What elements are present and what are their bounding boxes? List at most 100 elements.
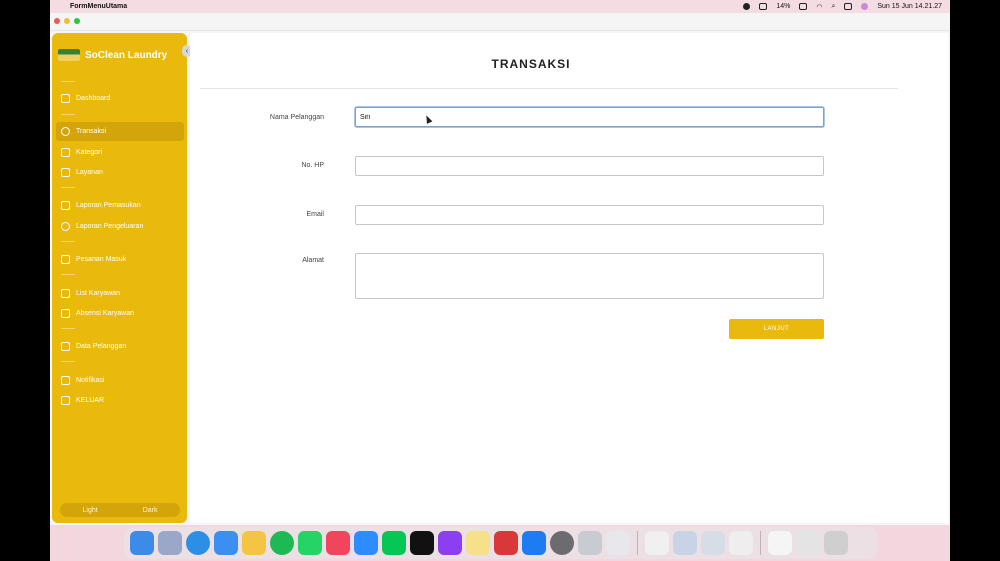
photos-icon[interactable] (242, 531, 266, 555)
preview-icon[interactable] (578, 531, 602, 555)
page-title: TRANSAKSI (491, 57, 571, 71)
picsart-icon[interactable] (438, 531, 462, 555)
no-hp-input[interactable] (355, 156, 824, 176)
minimize-window-button[interactable] (64, 18, 70, 24)
maximize-window-button[interactable] (74, 18, 80, 24)
app-store-icon[interactable] (522, 531, 546, 555)
sidebar-item-list-karyawan[interactable]: List Karyawan (56, 284, 184, 303)
sidebar-item-label: Absensi Karyawan (76, 310, 134, 317)
section-divider (61, 237, 179, 247)
downloads-folder-icon[interactable] (796, 531, 820, 555)
sidebar-item-laporan-pemasukan[interactable]: Laporan Pemasukan (56, 196, 184, 215)
customers-icon (61, 342, 70, 351)
sidebar-item-laporan-pengeluaran[interactable]: Laporan Pengeluaran (56, 217, 184, 236)
section-divider (61, 183, 179, 193)
logout-icon (61, 396, 70, 405)
sidebar-item-label: KELUAR (76, 397, 105, 404)
sidebar-item-label: Dashboard (76, 95, 111, 102)
mail-icon[interactable] (214, 531, 238, 555)
launchpad-icon[interactable] (158, 531, 182, 555)
sidebar-item-label: Pesanan Masuk (76, 256, 127, 263)
box-icon (61, 148, 70, 157)
battery-icon[interactable] (799, 3, 808, 10)
sidebar-item-data-pelanggan[interactable]: Data Pelanggan (56, 337, 184, 356)
spotify-icon[interactable] (270, 531, 294, 555)
window-icon[interactable] (759, 3, 768, 10)
siri-icon[interactable] (861, 3, 869, 10)
email-label: Email (306, 211, 324, 218)
theme-light-option[interactable]: Light (83, 507, 98, 514)
sidebar-item-pesanan-masuk[interactable]: Pesanan Masuk (56, 250, 184, 269)
system-utility-icon[interactable] (673, 531, 697, 555)
finder-icon[interactable] (130, 531, 154, 555)
brand-name: SoClean Laundry (85, 49, 168, 61)
search-icon[interactable]: ⌕ (831, 3, 835, 11)
laundry-logo-icon (58, 49, 80, 61)
sidebar: SoClean Laundry ‹ Dashboard Transaksi Ka… (52, 33, 192, 523)
java-icon[interactable] (729, 531, 753, 555)
sidebar-item-absensi-karyawan[interactable]: Absensi Karyawan (56, 304, 184, 323)
alamat-label: Alamat (302, 257, 324, 264)
menu-app-name[interactable]: FormMenuUtama (70, 3, 127, 10)
clipboard-icon (61, 309, 70, 318)
scanner-icon[interactable] (701, 531, 725, 555)
zoom-icon[interactable] (354, 531, 378, 555)
whatsapp-icon[interactable] (298, 531, 322, 555)
no-hp-label: No. HP (301, 162, 324, 169)
safari-icon[interactable] (186, 531, 210, 555)
sidebar-item-keluar[interactable]: KELUAR (56, 391, 184, 410)
dock (124, 527, 877, 559)
alamat-textarea[interactable] (355, 253, 824, 299)
section-divider (61, 77, 179, 87)
theme-toggle[interactable]: Light Dark (60, 503, 180, 517)
wifi-icon[interactable]: ◠ (816, 3, 822, 11)
trash-icon[interactable] (824, 531, 848, 555)
minus-circle-icon (61, 222, 70, 231)
sidebar-item-dashboard[interactable]: Dashboard (56, 89, 184, 108)
bell-icon (61, 376, 70, 385)
sidebar-item-layanan[interactable]: Layanan (56, 163, 184, 182)
control-center-icon[interactable] (844, 3, 853, 10)
brand: SoClean Laundry (58, 49, 167, 61)
section-divider (61, 324, 179, 334)
sidebar-item-notifikasi[interactable]: Notifikasi (56, 371, 184, 390)
sidebar-item-kategori[interactable]: Kategori (56, 143, 184, 162)
control-icon[interactable] (743, 3, 751, 10)
close-window-button[interactable] (54, 18, 60, 24)
battery-percentage: 14% (776, 3, 791, 10)
sidebar-item-transaksi[interactable]: Transaksi (56, 122, 184, 141)
main-content: TRANSAKSI Nama Pelanggan No. HP Email Al… (190, 33, 948, 523)
notes-icon[interactable] (466, 531, 490, 555)
app-window: SoClean Laundry ‹ Dashboard Transaksi Ka… (50, 13, 950, 525)
window-titlebar[interactable] (50, 13, 950, 31)
sidebar-item-label: Transaksi (76, 128, 107, 135)
music-icon[interactable] (326, 531, 350, 555)
section-divider (61, 110, 179, 120)
theme-dark-option[interactable]: Dark (143, 507, 158, 514)
vn-editor-icon[interactable] (410, 531, 434, 555)
users-icon (61, 289, 70, 298)
menu-bar: FormMenuUtama 14% ◠ ⌕ Sun 15 Jun 14.21.2… (50, 0, 950, 13)
document-icon[interactable] (768, 531, 792, 555)
sidebar-item-label: Layanan (76, 169, 103, 176)
sidebar-item-label: Laporan Pengeluaran (76, 223, 144, 230)
sidebar-item-label: Laporan Pemasukan (76, 202, 141, 209)
system-settings-icon[interactable] (550, 531, 574, 555)
line-icon[interactable] (382, 531, 406, 555)
recorder-icon[interactable] (494, 531, 518, 555)
clock[interactable]: Sun 15 Jun 14.21.27 (877, 3, 942, 10)
lanjut-button[interactable]: LANJUT (729, 319, 824, 339)
sidebar-item-label: Notifikasi (76, 377, 105, 384)
email-input[interactable] (355, 205, 824, 225)
home-icon (61, 94, 70, 103)
dock-separator (637, 531, 638, 555)
section-divider (61, 357, 179, 367)
user-circle-icon (61, 127, 70, 136)
sidebar-item-label: Data Pelanggan (76, 343, 127, 350)
nama-pelanggan-label: Nama Pelanggan (269, 114, 324, 121)
iphone-mirroring-icon[interactable] (606, 531, 630, 555)
title-divider (200, 88, 898, 89)
menu-status-area: 14% ◠ ⌕ Sun 15 Jun 14.21.27 (743, 0, 942, 13)
cart-icon (61, 255, 70, 264)
netbeans-icon[interactable] (645, 531, 669, 555)
